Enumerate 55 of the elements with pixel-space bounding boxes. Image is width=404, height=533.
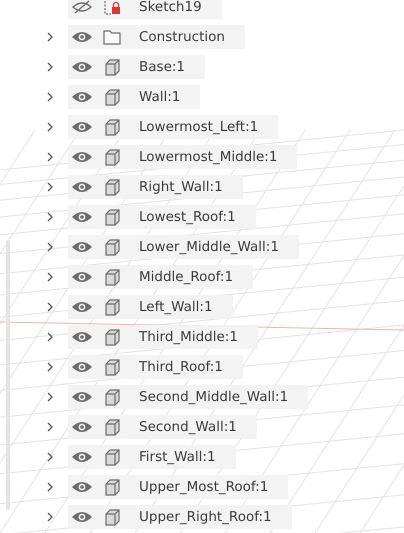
eye-icon[interactable] bbox=[71, 150, 93, 164]
item-label: First_Wall:1 bbox=[139, 449, 216, 465]
item-label: Sketch19 bbox=[139, 0, 202, 15]
eye-icon[interactable] bbox=[71, 180, 93, 194]
eye-icon[interactable] bbox=[71, 450, 93, 464]
browser-item[interactable]: Construction bbox=[68, 25, 245, 49]
browser-item[interactable]: Upper_Most_Roof:1 bbox=[68, 475, 288, 499]
item-label: Second_Wall:1 bbox=[139, 419, 237, 435]
sketch-lock-icon bbox=[102, 0, 122, 17]
browser-item[interactable]: First_Wall:1 bbox=[68, 445, 236, 469]
browser-item[interactable]: Lowermost_Left:1 bbox=[68, 115, 278, 139]
item-label: Upper_Right_Roof:1 bbox=[139, 509, 272, 525]
eye-icon[interactable] bbox=[71, 480, 93, 494]
eye-icon[interactable] bbox=[71, 60, 93, 74]
browser-item[interactable]: Lowest_Roof:1 bbox=[68, 205, 256, 229]
browser-item[interactable]: Third_Roof:1 bbox=[68, 355, 243, 379]
eye-icon[interactable] bbox=[71, 30, 93, 44]
browser-item[interactable]: Lowermost_Middle:1 bbox=[68, 145, 298, 169]
item-label: Wall:1 bbox=[139, 89, 180, 105]
eye-icon[interactable] bbox=[71, 300, 93, 314]
item-label: Right_Wall:1 bbox=[139, 179, 223, 195]
item-label: Construction bbox=[139, 29, 225, 45]
item-label: Second_Middle_Wall:1 bbox=[139, 389, 288, 405]
browser-item[interactable]: Left_Wall:1 bbox=[68, 295, 233, 319]
browser-item[interactable]: Lower_Middle_Wall:1 bbox=[68, 235, 299, 259]
item-label: Lowermost_Left:1 bbox=[139, 119, 258, 135]
browser-item[interactable]: Right_Wall:1 bbox=[68, 175, 243, 199]
eye-icon[interactable] bbox=[71, 420, 93, 434]
browser-item[interactable]: Second_Wall:1 bbox=[68, 415, 257, 439]
eye-icon[interactable] bbox=[71, 330, 93, 344]
eye-icon[interactable] bbox=[71, 120, 93, 134]
eye-icon[interactable] bbox=[71, 240, 93, 254]
item-label: Middle_Roof:1 bbox=[139, 269, 234, 285]
item-label: Third_Roof:1 bbox=[139, 359, 223, 375]
hidden-eye-icon[interactable] bbox=[71, 0, 93, 14]
eye-icon[interactable] bbox=[71, 360, 93, 374]
eye-icon[interactable] bbox=[71, 270, 93, 284]
browser-item[interactable]: Wall:1 bbox=[68, 85, 200, 109]
browser-item[interactable]: Middle_Roof:1 bbox=[68, 265, 254, 289]
eye-icon[interactable] bbox=[71, 90, 93, 104]
browser-item[interactable]: Upper_Right_Roof:1 bbox=[68, 505, 292, 529]
item-label: Third_Middle:1 bbox=[139, 329, 238, 345]
item-label: Lowermost_Middle:1 bbox=[139, 149, 278, 165]
eye-icon[interactable] bbox=[71, 390, 93, 404]
item-label: Left_Wall:1 bbox=[139, 299, 213, 315]
item-label: Base:1 bbox=[139, 59, 186, 75]
item-label: Upper_Most_Roof:1 bbox=[139, 479, 268, 495]
item-label: Lowest_Roof:1 bbox=[139, 209, 236, 225]
eye-icon[interactable] bbox=[71, 210, 93, 224]
browser-item[interactable]: Third_Middle:1 bbox=[68, 325, 258, 349]
browser-item[interactable]: Second_Middle_Wall:1 bbox=[68, 385, 308, 409]
item-label: Lower_Middle_Wall:1 bbox=[139, 239, 279, 255]
browser-item[interactable]: Sketch19 bbox=[68, 0, 222, 19]
eye-icon[interactable] bbox=[71, 510, 93, 524]
browser-item[interactable]: Base:1 bbox=[68, 55, 206, 79]
